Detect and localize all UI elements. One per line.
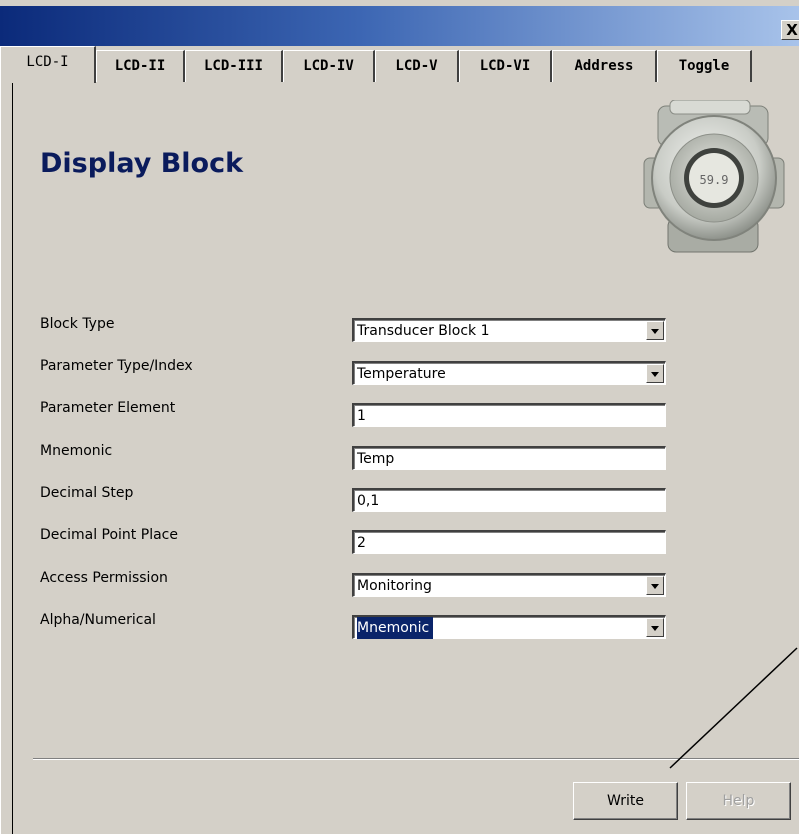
decimal-point-place-value: 2	[357, 535, 366, 551]
access-permission-dropdown[interactable]: Monitoring	[352, 573, 666, 597]
panel-border	[12, 82, 13, 834]
title-bar[interactable]: X	[0, 6, 799, 46]
chevron-down-icon[interactable]	[646, 364, 664, 383]
tab-address[interactable]: Address	[552, 50, 657, 82]
tab-lcd-vi[interactable]: LCD-VI	[459, 50, 552, 82]
help-button[interactable]: Help	[686, 782, 791, 820]
callout-line	[669, 647, 798, 769]
page-title: Display Block	[40, 148, 244, 179]
access-permission-label: Access Permission	[40, 570, 168, 586]
transmitter-housing-icon: 59.9	[643, 100, 785, 253]
decimal-point-place-label: Decimal Point Place	[40, 527, 178, 543]
block-type-value: Transducer Block 1	[357, 323, 490, 339]
close-button[interactable]: X	[781, 20, 799, 40]
mnemonic-label: Mnemonic	[40, 443, 113, 459]
parameter-type-index-label: Parameter Type/Index	[40, 358, 193, 374]
device-display-text: 59.9	[700, 173, 729, 187]
decimal-step-label: Decimal Step	[40, 485, 134, 501]
chevron-down-icon[interactable]	[646, 618, 664, 637]
tab-lcd-iv[interactable]: LCD-IV	[283, 50, 375, 82]
alpha-numerical-value: Mnemonic	[357, 617, 434, 639]
parameter-element-value: 1	[357, 408, 366, 424]
dialog-window: X LCD-I LCD-II LCD-III LCD-IV LCD-V LCD-…	[0, 0, 799, 834]
write-button[interactable]: Write	[573, 782, 678, 820]
mnemonic-field[interactable]: Temp	[352, 446, 666, 470]
alpha-numerical-dropdown[interactable]: Mnemonic	[352, 615, 666, 639]
alpha-numerical-label: Alpha/Numerical	[40, 612, 156, 628]
parameter-element-label: Parameter Element	[40, 400, 176, 416]
decimal-step-value: 0,1	[357, 493, 380, 509]
tab-lcd-i[interactable]: LCD-I	[0, 46, 96, 83]
chevron-down-icon[interactable]	[646, 321, 664, 340]
chevron-down-icon[interactable]	[646, 576, 664, 595]
decimal-point-place-field[interactable]: 2	[352, 530, 666, 554]
access-permission-value: Monitoring	[357, 578, 432, 594]
decimal-step-field[interactable]: 0,1	[352, 488, 666, 512]
tab-toggle[interactable]: Toggle	[657, 50, 752, 82]
mnemonic-value: Temp	[357, 451, 395, 467]
tab-lcd-ii[interactable]: LCD-II	[96, 50, 185, 82]
parameter-type-index-value: Temperature	[357, 366, 446, 382]
block-type-dropdown[interactable]: Transducer Block 1	[352, 318, 666, 342]
block-type-label: Block Type	[40, 316, 115, 332]
tab-lcd-iii[interactable]: LCD-III	[185, 50, 283, 82]
parameter-element-field[interactable]: 1	[352, 403, 666, 427]
tab-strip: LCD-I LCD-II LCD-III LCD-IV LCD-V LCD-VI…	[0, 46, 799, 83]
parameter-type-index-dropdown[interactable]: Temperature	[352, 361, 666, 385]
tab-lcd-v[interactable]: LCD-V	[375, 50, 459, 82]
